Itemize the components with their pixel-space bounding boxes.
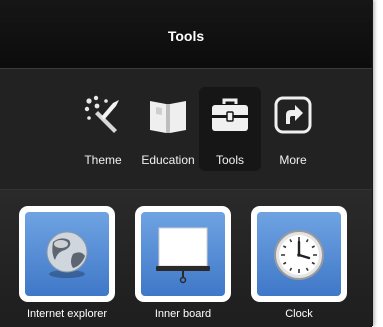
- book-icon: [150, 101, 186, 133]
- panel-header: Tools: [0, 0, 372, 69]
- category-theme[interactable]: Theme: [72, 87, 134, 171]
- apps-grid: Internet explorer Inner board Clock: [0, 189, 372, 327]
- app-clock-label: Clock: [285, 308, 313, 320]
- app-inner-board-label: Inner board: [154, 308, 212, 320]
- projector-screen-icon: [156, 227, 210, 284]
- paintbrush-icon: [84, 95, 119, 133]
- app-inner-board[interactable]: Inner board: [135, 206, 231, 320]
- shortcut-arrow-icon: [274, 96, 312, 134]
- clock-icon: [274, 230, 324, 280]
- app-clock-background: [257, 212, 341, 296]
- toolbox-icon: [212, 98, 248, 131]
- app-internet-explorer[interactable]: Internet explorer: [19, 206, 115, 320]
- category-bar: Theme Education Tools More: [0, 69, 372, 189]
- category-education[interactable]: Education: [137, 87, 199, 171]
- app-clock[interactable]: Clock: [251, 206, 347, 320]
- app-internet-explorer-background: [25, 212, 109, 296]
- globe-icon: [46, 231, 88, 278]
- app-internet-explorer-label: Internet explorer: [26, 308, 108, 320]
- app-inner-board-background: [141, 212, 225, 296]
- category-tools[interactable]: Tools: [199, 87, 261, 171]
- category-more[interactable]: More: [262, 87, 324, 171]
- category-theme-label: Theme: [84, 153, 122, 167]
- tools-panel: Tools Theme Education Tools More Interne…: [0, 0, 373, 327]
- category-more-label: More: [279, 153, 307, 167]
- panel-title: Tools: [167, 28, 205, 44]
